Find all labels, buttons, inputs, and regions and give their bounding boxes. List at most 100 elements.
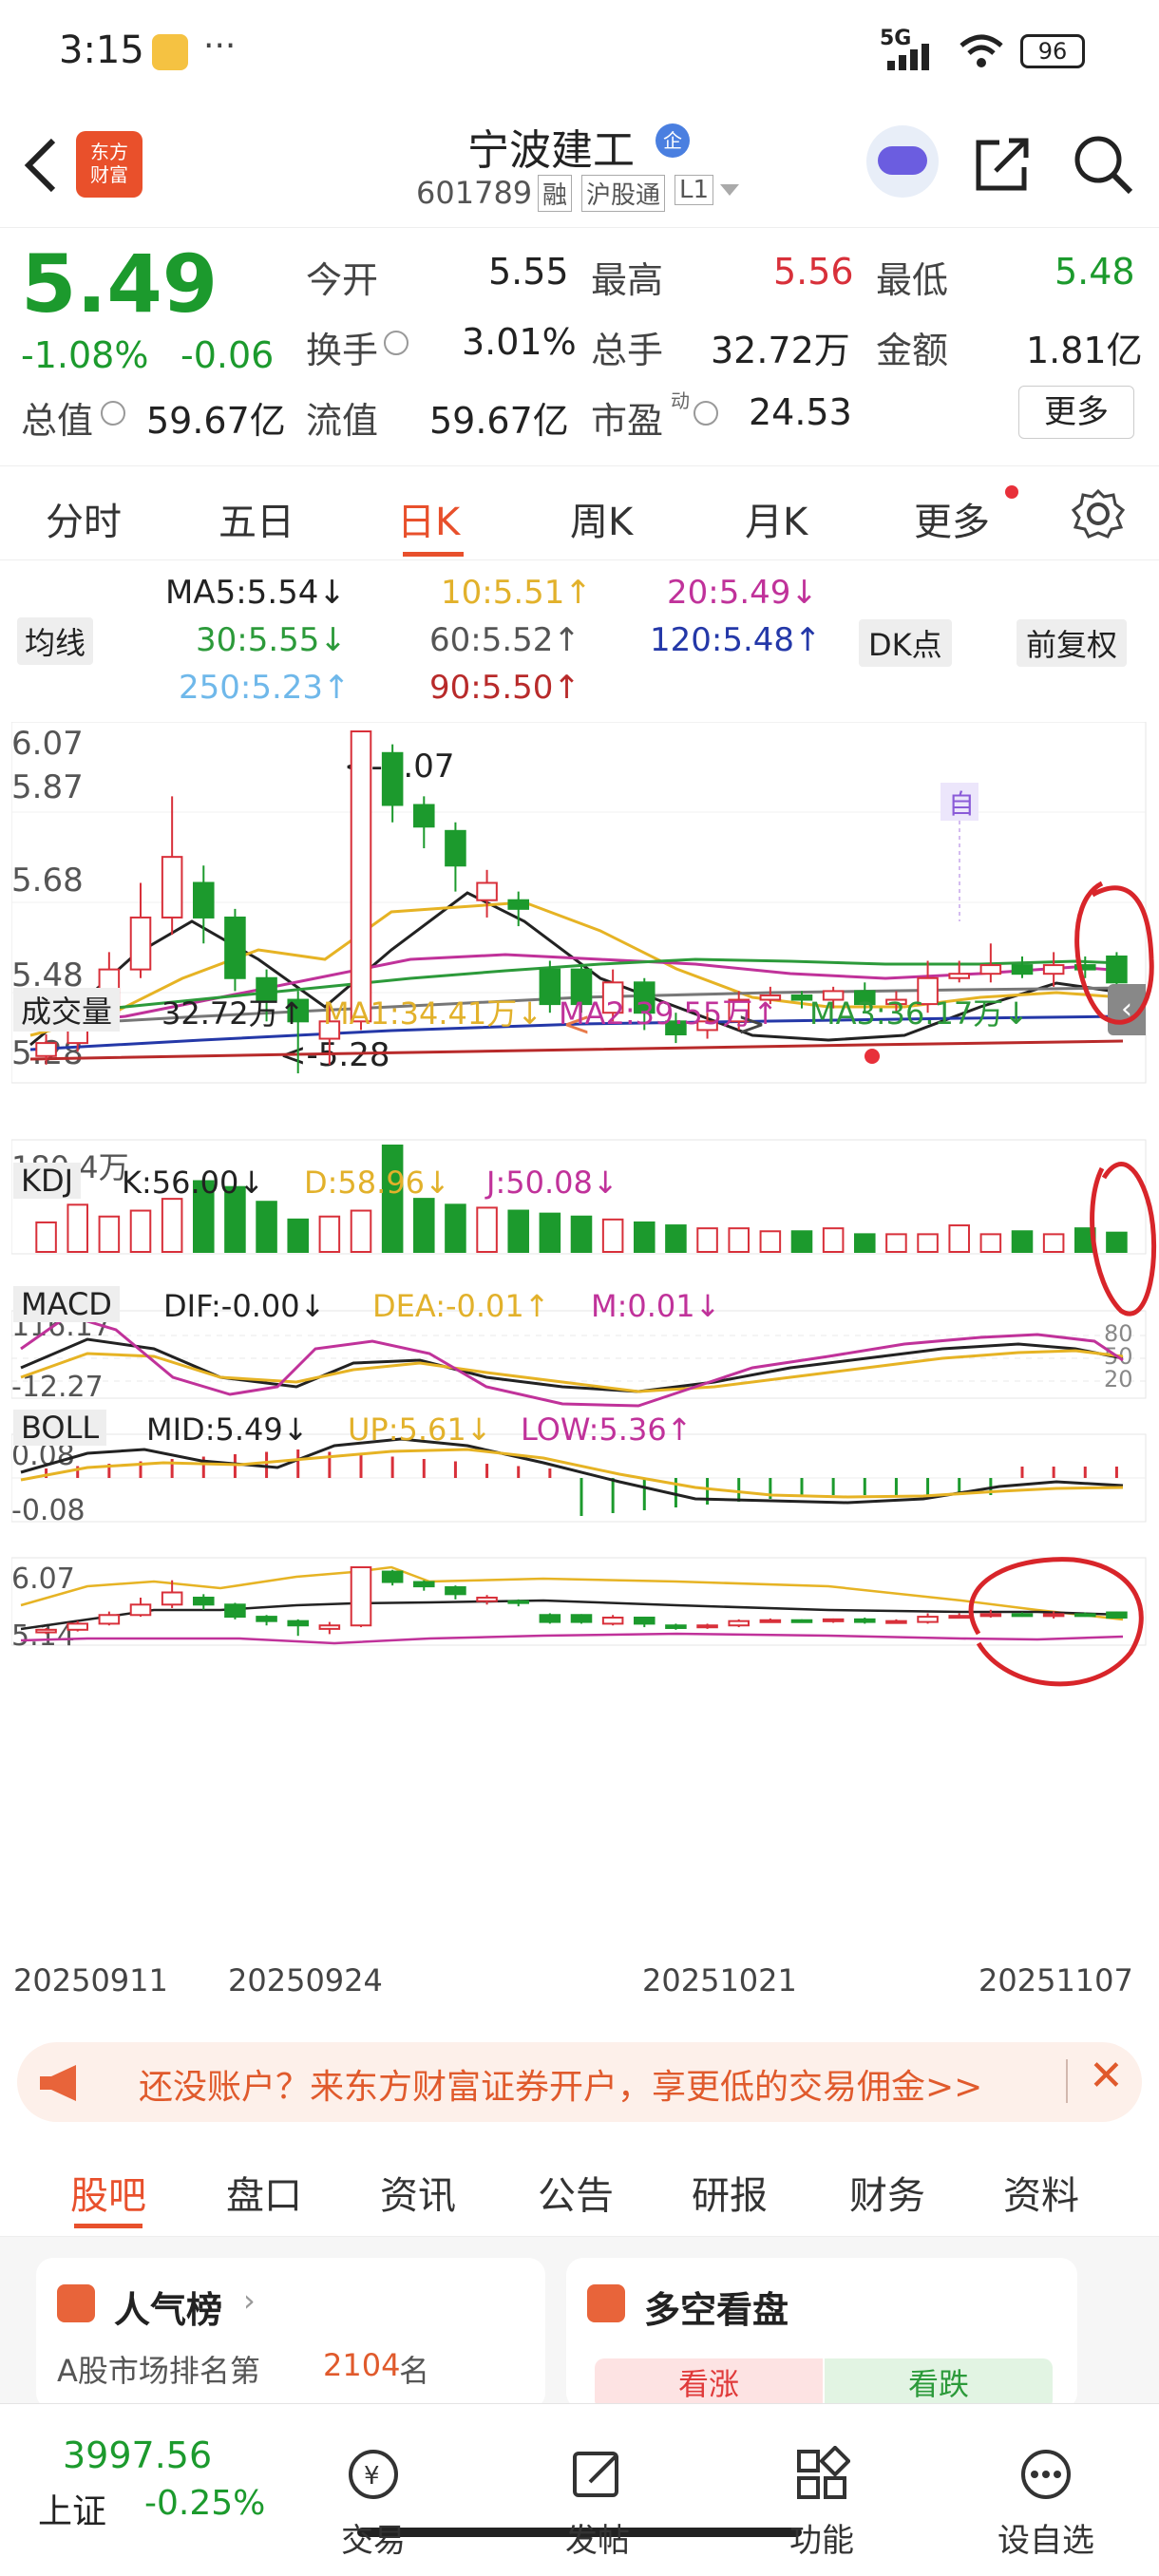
nav-post-label: 发帖 <box>565 2522 630 2560</box>
stock-header: 东方 财富 宁波建工 企 601789 融 沪股通 L1 <box>0 104 1159 228</box>
volume-bar <box>665 1224 687 1253</box>
tab-five-day[interactable]: 五日 <box>218 491 294 546</box>
rank-suffix: 名 <box>399 2353 430 2389</box>
candle-body <box>885 1619 907 1624</box>
candle-body <box>318 1624 341 1630</box>
fuquan-button[interactable]: 前复权 <box>1016 619 1128 667</box>
connect-tag: 沪股通 <box>581 175 666 212</box>
tab-research[interactable]: 研报 <box>692 2165 768 2220</box>
volume-value: 32.72万 <box>711 330 850 371</box>
kdj-j-value: J:50.08↓ <box>486 1165 618 1201</box>
date-label-2: 20250924 <box>228 1962 383 1998</box>
share-icon[interactable] <box>971 133 1034 196</box>
kdj-j-line <box>20 1314 1124 1408</box>
low-label: 最低 <box>876 259 949 301</box>
ma60-label: 60:5.52↑ <box>429 621 580 659</box>
content-tab-indicator <box>74 2224 142 2228</box>
volume-selector[interactable]: 成交量 <box>13 988 121 1032</box>
candle-body <box>822 1618 845 1622</box>
high-label: 最高 <box>591 259 664 301</box>
kdj-selector[interactable]: KDJ <box>13 1163 82 1199</box>
back-arrow-icon[interactable] <box>21 137 59 194</box>
tab-active-indicator <box>403 552 464 557</box>
date-label-4: 20251107 <box>978 1962 1133 1998</box>
macd-dif-value: DIF:-0.00↓ <box>163 1288 326 1324</box>
rank-number: 2104 <box>323 2347 401 2383</box>
index-value: 3997.56 <box>63 2434 213 2476</box>
boll-low-line <box>20 1632 1124 1645</box>
turnover-info-icon[interactable] <box>384 331 408 355</box>
open-label: 今开 <box>306 259 379 301</box>
nav-watchlist[interactable]: 设自选 <box>975 2446 1117 2561</box>
svg-text:¥: ¥ <box>364 2462 380 2491</box>
volume-current: 32.72万↑ <box>162 995 305 1032</box>
robot-assistant-icon[interactable] <box>866 125 939 198</box>
dropdown-triangle-icon[interactable] <box>720 184 739 196</box>
candle-body <box>1106 1611 1128 1619</box>
volume-bar <box>539 1212 561 1253</box>
nav-function[interactable]: 功能 <box>750 2445 893 2561</box>
candle-body <box>35 1042 57 1057</box>
candle-body <box>854 1618 876 1623</box>
candle-body <box>601 1617 624 1625</box>
volume-bar <box>696 1227 718 1254</box>
volume-bar <box>570 1215 593 1254</box>
total-mv-info-icon[interactable] <box>101 401 125 426</box>
tab-intraday[interactable]: 分时 <box>46 491 122 546</box>
candle-body <box>445 1586 466 1596</box>
more-button[interactable]: 更多 <box>1018 386 1134 439</box>
nav-trade[interactable]: ¥ 交易 <box>302 2446 445 2561</box>
tab-news[interactable]: 资讯 <box>380 2165 456 2220</box>
turnover-value: 3.01% <box>462 321 577 363</box>
promo-banner[interactable]: 还没账户？来东方财富证券开户，享更低的交易佣金>> ✕ <box>17 2042 1142 2122</box>
change-pct: -1.08% <box>21 334 149 376</box>
collapse-arrow-icon[interactable]: ‹ <box>1108 984 1146 1035</box>
candle-body <box>350 730 372 1023</box>
boll-up-value: UP:5.61↓ <box>348 1411 492 1448</box>
tab-weekly-k[interactable]: 周K <box>570 491 633 546</box>
volume-bar <box>1011 1230 1034 1253</box>
ranking-icon <box>57 2284 95 2322</box>
tab-guba[interactable]: 股吧 <box>70 2165 146 2220</box>
tab-more[interactable]: 更多 <box>914 491 990 546</box>
bull-bear-card[interactable]: 多空看盘 看涨 看跌 <box>566 2258 1077 2410</box>
last-price: 5.49 <box>21 237 218 331</box>
candle-body <box>129 916 152 971</box>
tab-announcement[interactable]: 公告 <box>538 2165 614 2220</box>
tab-profile[interactable]: 资料 <box>1003 2165 1079 2220</box>
candle-body <box>35 1628 57 1634</box>
wifi-icon <box>960 34 1003 67</box>
nav-post[interactable]: 发帖 <box>526 2446 669 2561</box>
kdj-d-line <box>20 1349 1124 1393</box>
boll-mid-value: MID:5.49↓ <box>146 1411 309 1448</box>
popularity-card[interactable]: 人气榜 › A股市场排名第 2104 名 <box>36 2258 545 2410</box>
tab-pankou[interactable]: 盘口 <box>226 2165 302 2220</box>
boll-selector[interactable]: BOLL <box>13 1410 107 1446</box>
boll-bottom-label: 5.14 <box>11 1619 75 1653</box>
kdj-d-value: D:58.96↓ <box>304 1165 450 1201</box>
candle-body <box>917 1616 939 1623</box>
volume-bar <box>129 1209 152 1253</box>
settings-gear-icon[interactable] <box>1072 487 1125 540</box>
kline-svg: 6.07 5.87 5.68 5.48 5.28 <-6.07 <-5.28 自… <box>11 722 1147 1653</box>
tab-finance[interactable]: 财务 <box>849 2165 925 2220</box>
macd-selector[interactable]: MACD <box>13 1286 120 1322</box>
bear-button[interactable]: 看跌 <box>825 2358 1053 2410</box>
candle-body <box>66 1622 88 1631</box>
nav-function-label: 功能 <box>789 2522 854 2560</box>
bull-button[interactable]: 看涨 <box>595 2358 823 2410</box>
close-icon[interactable]: ✕ <box>1089 2052 1124 2100</box>
volume-bar <box>854 1233 876 1253</box>
dk-point-button[interactable]: DK点 <box>859 619 952 667</box>
volume-bar <box>35 1221 57 1254</box>
tab-daily-k[interactable]: 日K <box>397 491 460 546</box>
candle-body <box>1011 964 1034 975</box>
ma-selector[interactable]: 均线 <box>17 617 94 665</box>
tab-monthly-k[interactable]: 月K <box>745 491 808 546</box>
date-label-1: 20250911 <box>13 1962 168 1998</box>
search-icon[interactable] <box>1070 131 1136 198</box>
red-dot-badge <box>1005 485 1018 499</box>
pe-info-icon[interactable] <box>694 401 718 426</box>
candle-body <box>161 1591 183 1606</box>
candle-body <box>665 1624 687 1629</box>
